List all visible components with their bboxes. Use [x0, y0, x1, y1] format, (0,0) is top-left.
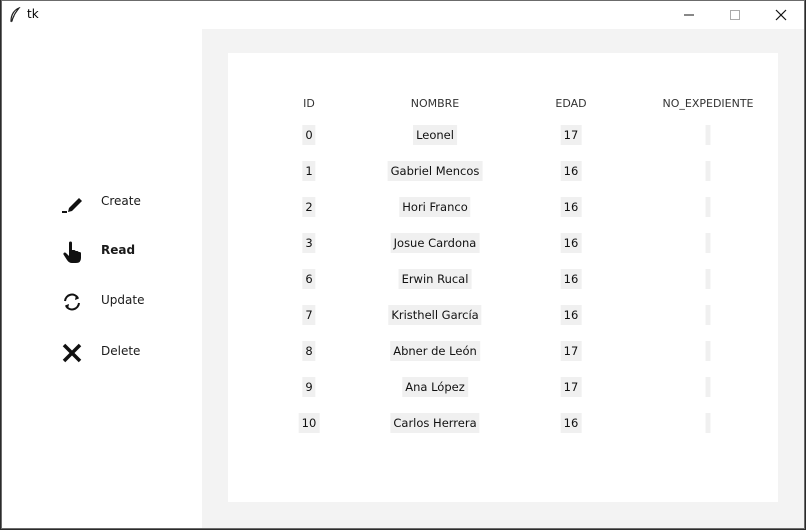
cell-id[interactable]: 9: [302, 377, 316, 397]
maximize-icon: [730, 10, 740, 20]
close-button[interactable]: [758, 1, 804, 29]
cell-id[interactable]: 8: [302, 341, 316, 361]
cell-nombre[interactable]: Hori Franco: [399, 197, 471, 217]
cell-id[interactable]: 7: [302, 305, 316, 325]
column-header-id: ID: [303, 97, 315, 110]
sidebar-item-update[interactable]: Update: [60, 288, 190, 316]
cell-nombre[interactable]: Leonel: [413, 125, 457, 145]
cell-edad[interactable]: 16: [560, 197, 582, 217]
cell-nombre[interactable]: Carlos Herrera: [390, 413, 480, 433]
cell-no-expediente[interactable]: [705, 233, 711, 253]
close-icon: [775, 9, 787, 21]
cell-edad[interactable]: 16: [560, 413, 582, 433]
cell-edad[interactable]: 17: [560, 125, 582, 145]
column-header-edad: EDAD: [555, 97, 587, 110]
column-header-nombre: NOMBRE: [410, 97, 460, 110]
cell-no-expediente[interactable]: [705, 125, 711, 145]
title-bar[interactable]: tk: [2, 1, 804, 29]
cell-no-expediente[interactable]: [705, 161, 711, 181]
cell-id[interactable]: 3: [302, 233, 316, 253]
cell-nombre[interactable]: Josue Cardona: [390, 233, 480, 253]
cell-no-expediente[interactable]: [705, 341, 711, 361]
sidebar-item-delete[interactable]: Delete: [60, 339, 190, 367]
feather-icon: [10, 7, 21, 23]
window-title: tk: [27, 7, 39, 21]
cell-edad[interactable]: 17: [560, 377, 582, 397]
cell-nombre[interactable]: Kristhell García: [388, 305, 482, 325]
sidebar-item-label: Create: [101, 194, 141, 208]
app-window: tk Create Read Update Delete ID NOMBRE E…: [1, 0, 805, 529]
sidebar-item-read[interactable]: Read: [60, 238, 190, 266]
cell-nombre[interactable]: Gabriel Mencos: [387, 161, 483, 181]
pencil-icon: [62, 198, 82, 213]
cell-nombre[interactable]: Erwin Rucal: [398, 269, 472, 289]
cell-id[interactable]: 1: [302, 161, 316, 181]
refresh-icon: [64, 293, 80, 311]
cell-nombre[interactable]: Ana López: [402, 377, 468, 397]
cell-id[interactable]: 2: [302, 197, 316, 217]
sidebar-item-label: Delete: [101, 344, 141, 358]
sidebar: Create Read Update Delete: [2, 29, 202, 528]
sidebar-item-label: Update: [101, 293, 145, 307]
sidebar-item-label: Read: [101, 243, 136, 257]
main-content: ID NOMBRE EDAD NO_EXPEDIENTE 0 Leonel 17 1 G…: [202, 29, 804, 528]
cell-nombre[interactable]: Abner de León: [390, 341, 480, 361]
minimize-icon: [684, 14, 694, 16]
cell-id[interactable]: 10: [298, 413, 320, 433]
cell-id[interactable]: 0: [302, 125, 316, 145]
cell-id[interactable]: 6: [302, 269, 316, 289]
cell-edad[interactable]: 16: [560, 269, 582, 289]
minimize-button[interactable]: [666, 1, 712, 29]
cell-no-expediente[interactable]: [705, 377, 711, 397]
hand-pointer-icon: [63, 241, 81, 263]
cell-edad[interactable]: 16: [560, 233, 582, 253]
sidebar-item-create[interactable]: Create: [60, 189, 190, 217]
table-panel: ID NOMBRE EDAD NO_EXPEDIENTE 0 Leonel 17 1 G…: [228, 53, 778, 502]
cell-edad[interactable]: 17: [560, 341, 582, 361]
cell-no-expediente[interactable]: [705, 413, 711, 433]
cell-no-expediente[interactable]: [705, 197, 711, 217]
column-header-no-expediente: NO_EXPEDIENTE: [662, 97, 754, 110]
cell-edad[interactable]: 16: [560, 305, 582, 325]
cell-no-expediente[interactable]: [705, 305, 711, 325]
cell-edad[interactable]: 16: [560, 161, 582, 181]
x-icon: [62, 343, 82, 363]
maximize-button[interactable]: [712, 1, 758, 29]
cell-no-expediente[interactable]: [705, 269, 711, 289]
